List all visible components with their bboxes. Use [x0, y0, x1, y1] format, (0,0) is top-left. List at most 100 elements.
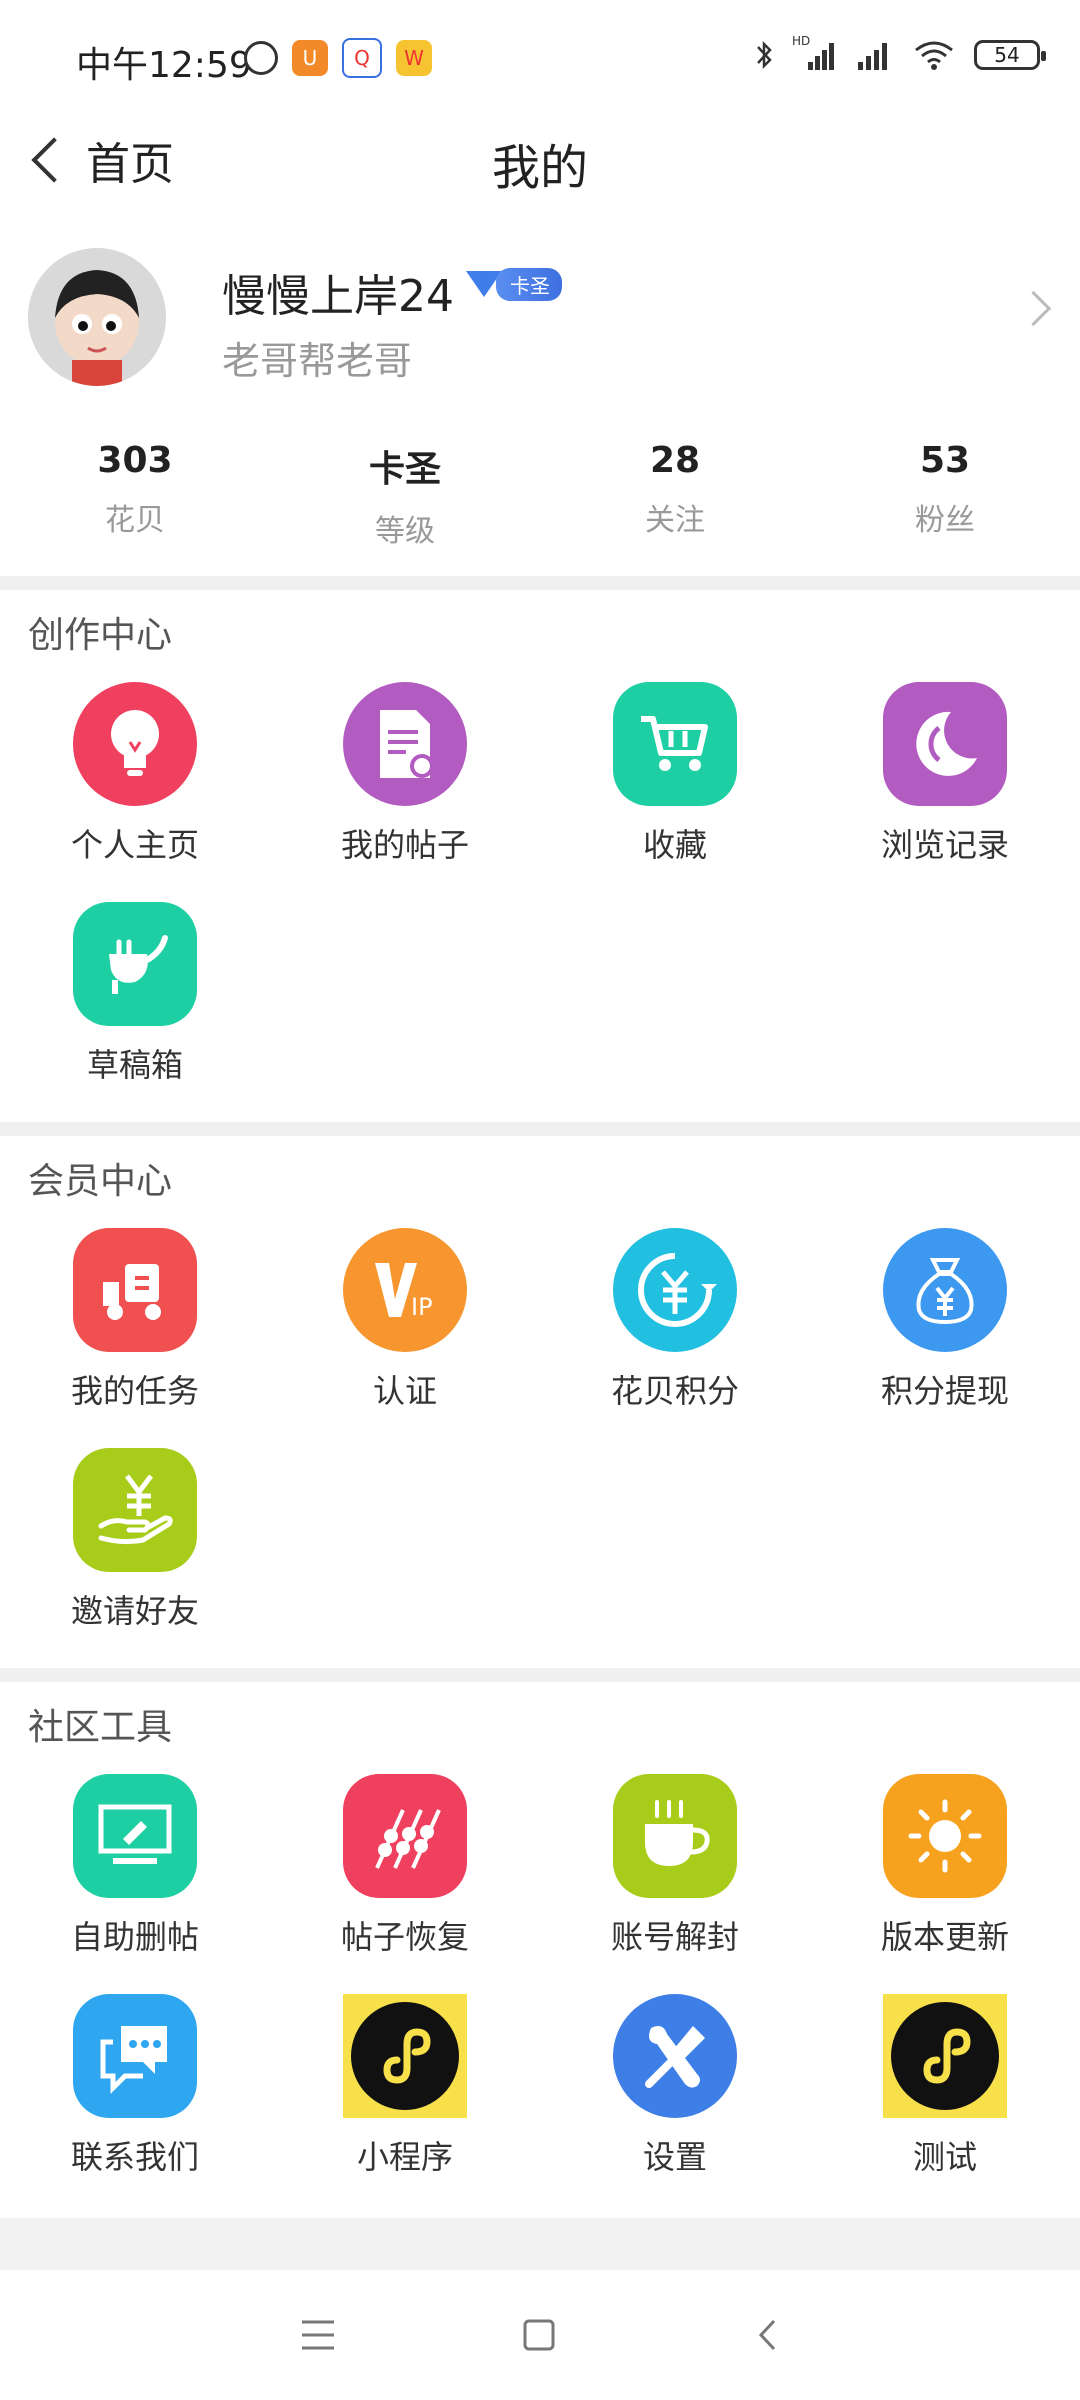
stat-label: 花贝	[105, 503, 165, 538]
grid-item-self-delete[interactable]: 自助删帖	[0, 1774, 270, 1958]
chat-icon	[73, 1994, 197, 2118]
stat-huabei[interactable]: 303 花贝	[0, 440, 270, 560]
notification-icons: U Q W	[244, 38, 432, 78]
cart-icon	[613, 682, 737, 806]
level-badge: 卡圣	[466, 267, 562, 301]
stats-row: 303 花贝 卡圣 等级 28 关注 53 粉丝	[0, 440, 1080, 560]
stat-value: 53	[919, 440, 971, 481]
home-square-icon[interactable]	[522, 2318, 556, 2352]
page-bottom-spacer	[0, 2218, 1080, 2270]
grid-item-post-recovery[interactable]: 帖子恢复	[270, 1774, 540, 1958]
username: 慢慢上岸24	[222, 271, 454, 322]
grid-item-history[interactable]: 浏览记录	[810, 682, 1080, 866]
user-signature: 老哥帮老哥	[222, 339, 413, 383]
grid-item-unban[interactable]: 账号解封	[540, 1774, 810, 1958]
status-bar: 中午12:59 U Q W HD 54	[0, 0, 1080, 110]
grid-item-version-update[interactable]: 版本更新	[810, 1774, 1080, 1958]
grid-item-label: 认证	[372, 1372, 437, 1410]
status-indicators: HD 54	[754, 34, 1046, 72]
grid-item-favorites[interactable]: 收藏	[540, 682, 810, 866]
yuan-hand-icon	[73, 1448, 197, 1572]
grid-item-label: 个人主页	[70, 826, 199, 864]
grid-item-label: 我的任务	[70, 1372, 199, 1410]
grid-item-label: 收藏	[642, 826, 707, 864]
grid-item-my-tasks[interactable]: 我的任务	[0, 1228, 270, 1412]
grid-item-label: 测试	[912, 2138, 977, 2176]
yuan-exchange-icon	[613, 1228, 737, 1352]
section-title-creation: 创作中心	[28, 615, 173, 656]
qq-browser-icon: Q	[342, 38, 382, 78]
avatar[interactable]	[28, 248, 166, 386]
profile-card[interactable]: 慢慢上岸24 卡圣 老哥帮老哥	[0, 240, 1080, 400]
section-title-member: 会员中心	[28, 1161, 173, 1202]
money-bag-icon	[883, 1228, 1007, 1352]
status-time: 中午12:59	[76, 45, 252, 86]
grid-item-label: 邀请好友	[70, 1592, 199, 1630]
stat-following[interactable]: 28 关注	[540, 440, 810, 560]
nav-bar: 首页 我的	[0, 110, 1080, 210]
bluetooth-icon	[757, 40, 772, 70]
monitor-icon	[73, 1774, 197, 1898]
uc-browser-icon: U	[292, 40, 328, 76]
grid-item-label: 积分提现	[880, 1372, 1009, 1410]
grid-item-invite[interactable]: 邀请好友	[0, 1448, 270, 1632]
grid-item-certification[interactable]: IP 认证	[270, 1228, 540, 1412]
vip-icon: IP	[343, 1228, 467, 1352]
grid-item-huabei-points[interactable]: 花贝积分	[540, 1228, 810, 1412]
moon-icon	[883, 682, 1007, 806]
sun-icon	[883, 1774, 1007, 1898]
badge-label: 卡圣	[496, 267, 562, 301]
stat-value: 303	[97, 440, 173, 481]
grid-item-label: 设置	[642, 2138, 707, 2176]
alarm-icon	[244, 41, 278, 75]
stat-value: 28	[649, 440, 701, 481]
grid-item-contact[interactable]: 联系我们	[0, 1994, 270, 2178]
chevron-right-icon	[1015, 290, 1052, 327]
stat-value: 卡圣	[368, 449, 441, 490]
stat-followers[interactable]: 53 粉丝	[810, 440, 1080, 560]
grid-item-label: 版本更新	[880, 1918, 1009, 1956]
grid-item-label: 帖子恢复	[340, 1918, 469, 1956]
grid-item-drafts[interactable]: 草稿箱	[0, 902, 270, 1086]
cup-icon	[613, 1774, 737, 1898]
grid-item-label: 联系我们	[70, 2138, 199, 2176]
section-divider	[0, 1122, 1080, 1136]
section-title-tools: 社区工具	[28, 1707, 173, 1748]
signal-hd-icon: HD	[792, 34, 836, 72]
grid-item-label: 账号解封	[610, 1918, 739, 1956]
grid-item-label: 自助删帖	[70, 1918, 199, 1956]
document-icon	[343, 682, 467, 806]
weibo-icon: W	[396, 40, 432, 76]
grid-item-label: 草稿箱	[86, 1046, 183, 1084]
wifi-icon	[915, 41, 953, 70]
stat-label: 关注	[645, 503, 705, 538]
grid-item-label: 浏览记录	[880, 826, 1009, 864]
grid-item-label: 小程序	[356, 2138, 453, 2176]
grid-item-homepage[interactable]: 个人主页	[0, 682, 270, 866]
menu-icon[interactable]	[300, 2318, 336, 2352]
system-nav-bar	[0, 2270, 1080, 2400]
grid-item-label: 我的帖子	[340, 826, 469, 864]
page-title: 我的	[491, 140, 588, 196]
stat-level[interactable]: 卡圣 等级	[270, 440, 540, 560]
stat-label: 等级	[375, 514, 435, 549]
grid-item-withdraw[interactable]: 积分提现	[810, 1228, 1080, 1412]
grid-item-my-posts[interactable]: 我的帖子	[270, 682, 540, 866]
section-divider	[0, 1668, 1080, 1682]
battery-icon: 54	[974, 40, 1046, 70]
hd-badge: HD	[792, 34, 811, 48]
grid-item-mini-program[interactable]: 小程序	[270, 1994, 540, 2178]
wrench-icon	[613, 1994, 737, 2118]
mini-program-icon	[343, 1994, 467, 2118]
mini-program-icon	[883, 1994, 1007, 2118]
stat-label: 粉丝	[915, 503, 975, 538]
grid-item-label: 花贝积分	[610, 1372, 739, 1410]
back-triangle-icon[interactable]	[756, 2318, 780, 2352]
grid-item-settings[interactable]: 设置	[540, 1994, 810, 2178]
grid-item-test[interactable]: 测试	[810, 1994, 1080, 2178]
svg-text:IP: IP	[411, 1293, 433, 1321]
skewer-icon	[343, 1774, 467, 1898]
signal-icon	[858, 43, 887, 70]
scooter-icon	[73, 1228, 197, 1352]
section-divider	[0, 576, 1080, 590]
